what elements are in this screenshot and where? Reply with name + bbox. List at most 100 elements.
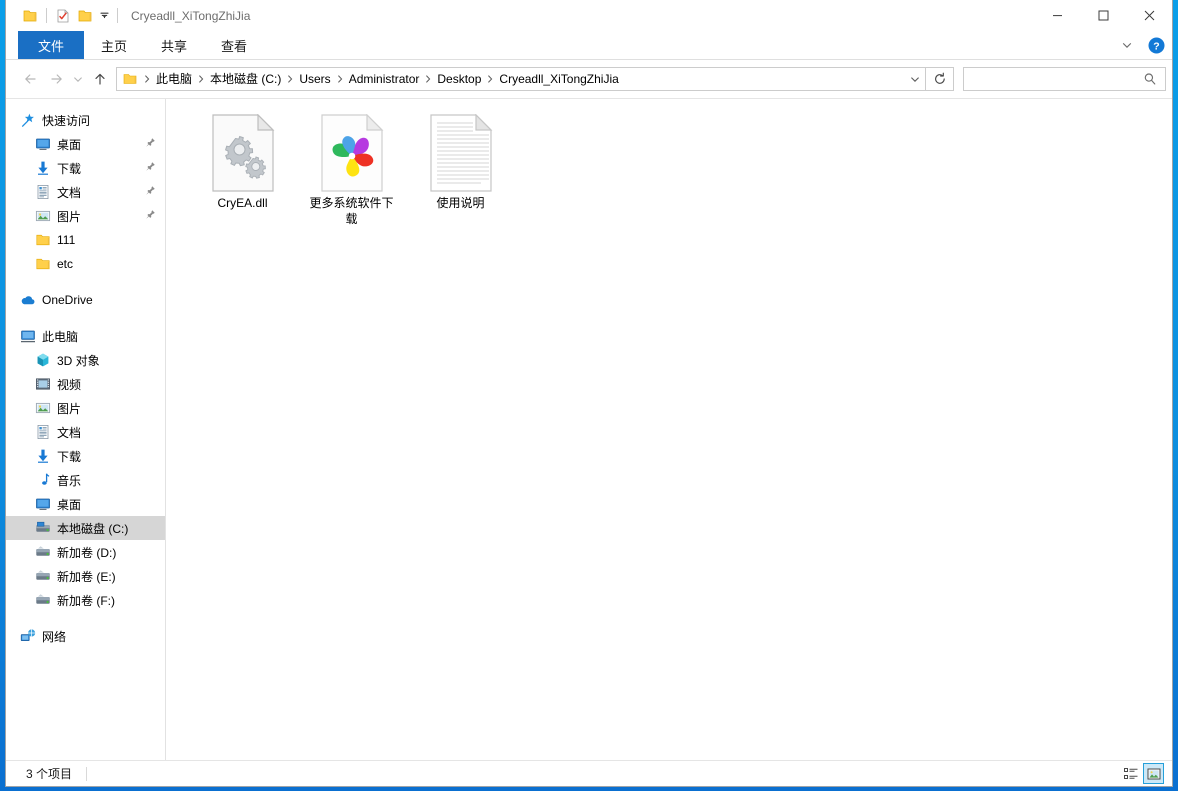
tab-home[interactable]: 主页 (84, 31, 144, 59)
breadcrumb-separator[interactable] (485, 74, 495, 84)
back-button[interactable] (18, 67, 43, 92)
file-item[interactable]: 使用说明 (406, 107, 515, 227)
address-bar-row: 此电脑 本地磁盘 (C:) Users Administrator Deskto… (6, 60, 1172, 98)
system-drive-icon (35, 520, 51, 536)
help-icon[interactable]: ? (1146, 35, 1166, 55)
sidebar-label: 新加卷 (D:) (57, 545, 117, 560)
search-input[interactable] (964, 72, 1143, 86)
tab-share[interactable]: 共享 (144, 31, 204, 59)
sidebar-item-volume-f[interactable]: 新加卷 (F:) (6, 588, 165, 612)
onedrive-icon (20, 292, 36, 308)
sidebar-label: 新加卷 (F:) (57, 593, 115, 608)
address-bar[interactable]: 此电脑 本地磁盘 (C:) Users Administrator Deskto… (116, 67, 926, 91)
file-list-pane[interactable]: CryEA.dll 更多系统软件下载 使用说明 (166, 99, 1172, 760)
address-folder-icon (117, 71, 142, 87)
sidebar-item-3d-objects[interactable]: 3D 对象 (6, 348, 165, 372)
sidebar-item-etc[interactable]: etc (6, 252, 165, 276)
up-button[interactable] (87, 67, 112, 92)
address-dropdown-icon[interactable] (905, 68, 925, 90)
chevron-down-icon[interactable] (1117, 34, 1137, 56)
sidebar-item-this-pc[interactable]: 此电脑 (6, 324, 165, 348)
breadcrumb-separator[interactable] (196, 74, 206, 84)
sidebar-label: 下载 (57, 449, 82, 464)
sidebar-label: 视频 (57, 377, 82, 392)
explorer-body: 快速访问 桌面 下载 文档 图片 111 etc OneDrive 此电脑 3D… (6, 98, 1172, 760)
sidebar-item-onedrive[interactable]: OneDrive (6, 288, 165, 312)
sidebar-label: 桌面 (57, 497, 82, 512)
pin-icon[interactable] (145, 137, 156, 151)
large-icons-view-button[interactable] (1143, 763, 1164, 784)
minimize-button[interactable] (1034, 0, 1080, 31)
sidebar-label: 下载 (57, 161, 82, 176)
tab-view[interactable]: 查看 (204, 31, 264, 59)
sidebar-label: 此电脑 (42, 329, 79, 344)
breadcrumb-item-5[interactable]: Cryeadll_XiTongZhiJia (495, 68, 622, 90)
videos-icon (35, 376, 51, 392)
file-name: 更多系统软件下载 (309, 196, 394, 226)
properties-icon[interactable] (52, 5, 74, 27)
sidebar-item-local-disk-c[interactable]: 本地磁盘 (C:) (6, 516, 165, 540)
status-separator (86, 766, 88, 781)
breadcrumb-item-4[interactable]: Desktop (433, 68, 485, 90)
sidebar-label: 本地磁盘 (C:) (57, 521, 129, 536)
search-box[interactable] (963, 67, 1166, 91)
window-controls (1034, 0, 1172, 31)
breadcrumb-item-3[interactable]: Administrator (345, 68, 424, 90)
pin-icon[interactable] (145, 161, 156, 175)
ribbon-right-controls: ? (1117, 31, 1166, 59)
close-button[interactable] (1126, 0, 1172, 31)
sidebar-label: OneDrive (42, 293, 93, 307)
sidebar-item-downloads[interactable]: 下载 (6, 156, 165, 180)
pin-icon[interactable] (145, 209, 156, 223)
recent-locations-button[interactable] (68, 67, 87, 92)
sidebar-item-pictures-pc[interactable]: 图片 (6, 396, 165, 420)
details-view-button[interactable] (1120, 763, 1141, 784)
folder-icon[interactable] (19, 5, 41, 27)
customize-qat-dropdown-icon[interactable] (96, 5, 112, 27)
navigation-pane[interactable]: 快速访问 桌面 下载 文档 图片 111 etc OneDrive 此电脑 3D… (6, 99, 166, 760)
sidebar-label: 音乐 (57, 473, 82, 488)
breadcrumb-separator[interactable] (423, 74, 433, 84)
dll-gears-icon (208, 113, 278, 193)
star-pin-icon (20, 112, 36, 128)
new-folder-icon[interactable] (74, 5, 96, 27)
sidebar-item-volume-d[interactable]: 新加卷 (D:) (6, 540, 165, 564)
sidebar-item-videos[interactable]: 视频 (6, 372, 165, 396)
file-name: 使用说明 (436, 196, 485, 210)
sidebar-item-documents-pc[interactable]: 文档 (6, 420, 165, 444)
breadcrumb-item-0[interactable]: 此电脑 (152, 68, 196, 90)
sidebar-item-network[interactable]: 网络 (6, 624, 165, 648)
sidebar-item-pictures[interactable]: 图片 (6, 204, 165, 228)
pin-icon[interactable] (145, 185, 156, 199)
qat-separator-2 (117, 8, 118, 23)
maximize-button[interactable] (1080, 0, 1126, 31)
sidebar-item-desktop[interactable]: 桌面 (6, 132, 165, 156)
sidebar-item-music[interactable]: 音乐 (6, 468, 165, 492)
pictures-icon (35, 208, 51, 224)
forward-button[interactable] (43, 67, 68, 92)
sidebar-item-volume-e[interactable]: 新加卷 (E:) (6, 564, 165, 588)
sidebar-item-quick-access[interactable]: 快速访问 (6, 108, 165, 132)
breadcrumb-separator[interactable] (285, 74, 295, 84)
sidebar-label: 快速访问 (42, 113, 91, 128)
downloads-icon (35, 448, 51, 464)
sidebar-item-downloads-pc[interactable]: 下载 (6, 444, 165, 468)
sidebar-item-documents[interactable]: 文档 (6, 180, 165, 204)
breadcrumb-separator[interactable] (335, 74, 345, 84)
refresh-button[interactable] (926, 67, 954, 91)
sidebar-item-111[interactable]: 111 (6, 228, 165, 252)
breadcrumb-separator[interactable] (142, 74, 152, 84)
breadcrumb-item-1[interactable]: 本地磁盘 (C:) (206, 68, 285, 90)
file-item[interactable]: 更多系统软件下载 (297, 107, 406, 227)
sidebar-label: 文档 (57, 185, 82, 200)
quick-access-toolbar (6, 5, 123, 27)
sidebar-label: 图片 (57, 401, 82, 416)
breadcrumb-item-2[interactable]: Users (295, 68, 334, 90)
tab-file[interactable]: 文件 (18, 31, 85, 59)
sidebar-item-desktop-pc[interactable]: 桌面 (6, 492, 165, 516)
sidebar-label: etc (57, 257, 74, 271)
file-item[interactable]: CryEA.dll (188, 107, 297, 227)
drive-icon (35, 544, 51, 560)
network-icon (20, 628, 36, 644)
